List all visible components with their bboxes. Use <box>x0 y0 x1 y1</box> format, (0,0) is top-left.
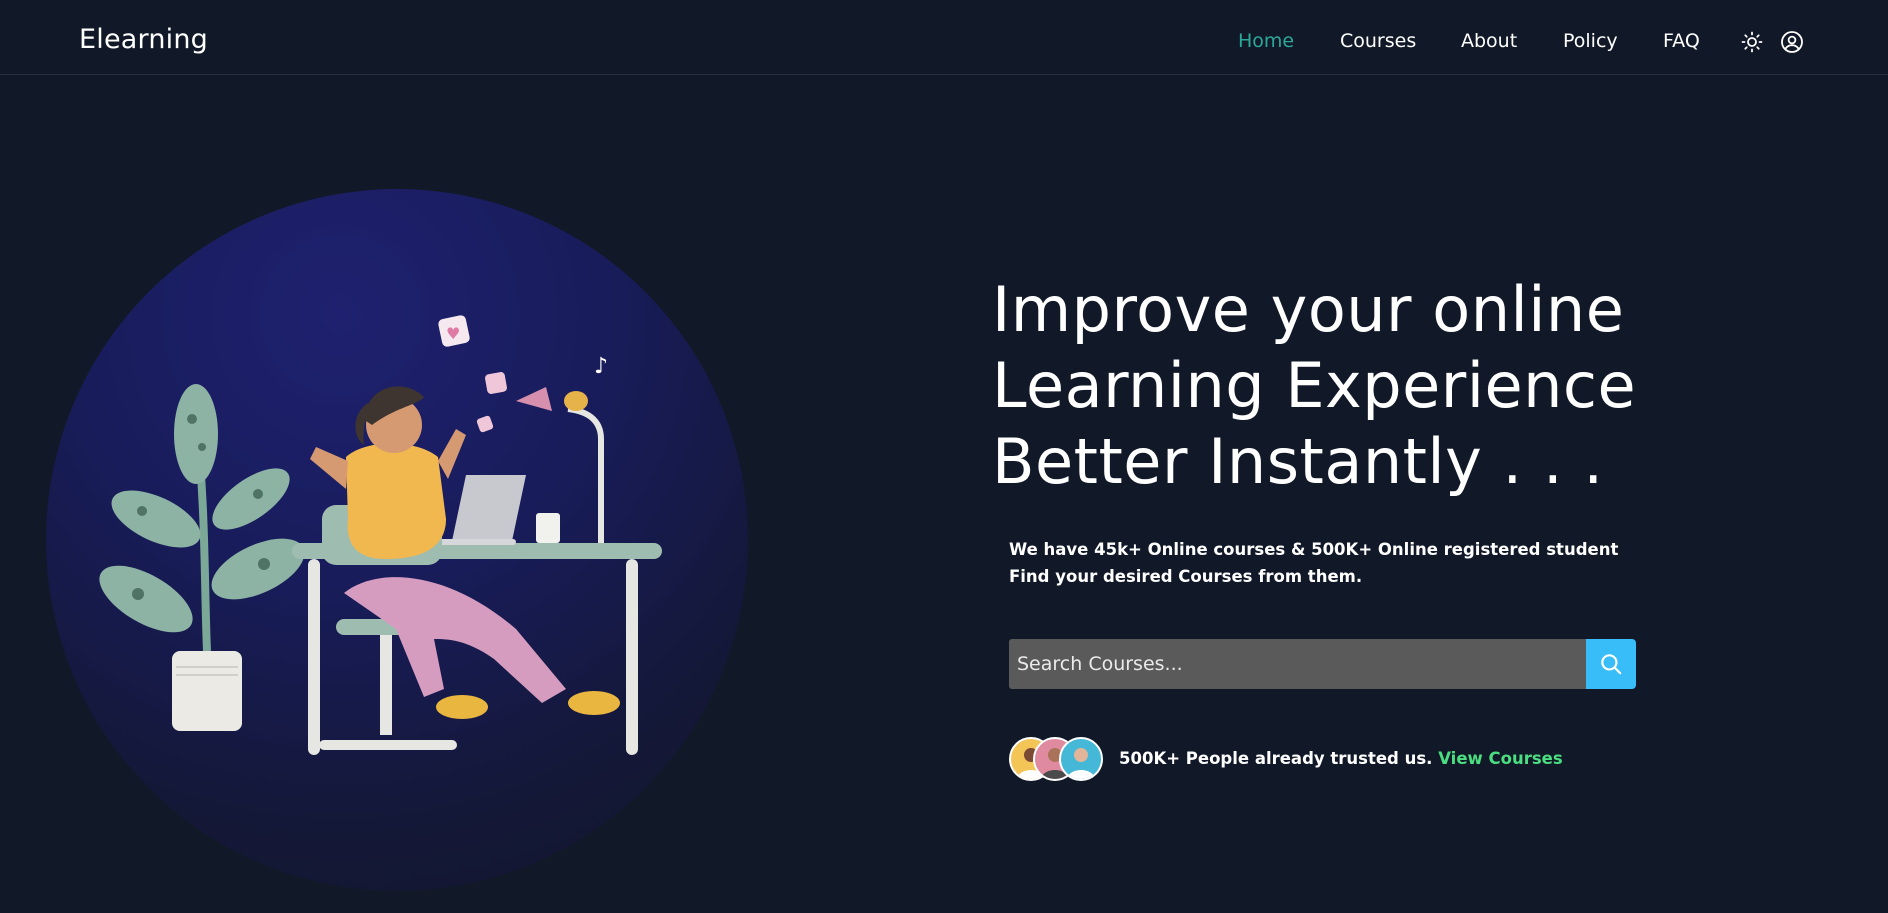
plant-leaf <box>99 565 193 633</box>
student-illustration: ♥ ♪ <box>99 315 662 755</box>
person-shoe <box>568 691 620 715</box>
headline-line: Improve your online <box>992 273 1625 346</box>
svg-text:♪: ♪ <box>594 354 608 379</box>
nav-policy[interactable]: Policy <box>1563 30 1618 52</box>
hero-headline: Improve your online Learning Experience … <box>992 272 1752 500</box>
plant-pot <box>172 651 242 731</box>
main-nav: Home Courses About Policy FAQ <box>0 30 1888 60</box>
coffee-mug <box>536 513 560 543</box>
laptop <box>452 475 526 541</box>
plant-leaf <box>111 490 201 548</box>
hero-description: We have 45k+ Online courses & 500K+ Onli… <box>1009 540 1619 586</box>
trust-row: 500K+ People already trusted us. View Co… <box>1009 737 1609 783</box>
sun-icon[interactable] <box>1740 30 1764 54</box>
nav-about[interactable]: About <box>1461 30 1517 52</box>
view-courses-link[interactable]: View Courses <box>1438 749 1562 768</box>
top-navbar: Elearning Home Courses About Policy FAQ <box>0 0 1888 75</box>
trust-text: 500K+ People already trusted us. View Co… <box>1119 749 1563 768</box>
search-input[interactable] <box>1009 639 1586 689</box>
headline-line: Learning Experience <box>992 349 1637 422</box>
search-bar <box>1009 639 1636 689</box>
trust-message: 500K+ People already trusted us. <box>1119 749 1433 768</box>
headline-line: Better Instantly . . . <box>992 425 1604 498</box>
search-button[interactable] <box>1586 639 1636 689</box>
person-shoe <box>436 695 488 719</box>
plant-leaf <box>174 384 218 484</box>
nav-courses[interactable]: Courses <box>1340 30 1416 52</box>
search-icon <box>1601 654 1622 675</box>
svg-text:♥: ♥ <box>446 324 460 343</box>
nav-home[interactable]: Home <box>1238 30 1294 52</box>
desk-lamp <box>567 406 604 543</box>
user-icon[interactable] <box>1780 30 1804 54</box>
plant-leaf <box>212 468 290 530</box>
avatar <box>1059 737 1103 781</box>
person-shirt <box>346 443 446 559</box>
nav-faq[interactable]: FAQ <box>1663 30 1700 52</box>
heart-card <box>485 372 507 394</box>
heart-card <box>476 415 494 433</box>
plant-leaf <box>211 538 305 600</box>
person-pants <box>344 577 566 703</box>
